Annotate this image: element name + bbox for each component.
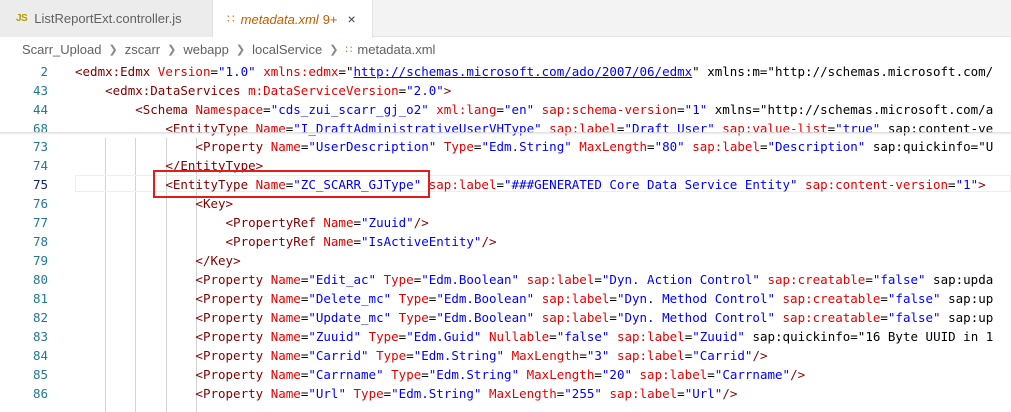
code-line[interactable]: 81 <Property Name="Delete_mc" Type="Edm.…	[0, 289, 1011, 308]
line-number: 84	[32, 348, 48, 363]
chevron-right-icon: ❯	[108, 43, 118, 56]
line-number: 81	[32, 291, 48, 306]
line-number: 43	[32, 83, 48, 98]
line-number: 75	[32, 177, 48, 192]
tab-bar: JS ListReportExt.controller.js ∷ metadat…	[0, 0, 1011, 38]
line-number: 86	[32, 386, 48, 401]
problems-badge: 9+	[322, 11, 338, 27]
chevron-right-icon: ❯	[167, 43, 177, 56]
code-text[interactable]: <Property Name="Edit_ac" Type="Edm.Boole…	[75, 270, 993, 289]
tab-label: ListReportExt.controller.js	[34, 11, 182, 26]
breadcrumb-item-metadata-xml[interactable]: metadata.xml	[357, 42, 435, 57]
line-number: 78	[32, 234, 48, 249]
breadcrumb: Scarr_Upload ❯ zscarr ❯ webapp ❯ localSe…	[0, 38, 1011, 60]
line-number: 2	[40, 64, 48, 79]
line-number: 76	[32, 196, 48, 211]
code-text[interactable]: <edmx:Edmx Version="1.0" xmlns:edmx="htt…	[75, 62, 993, 81]
code-line[interactable]: 84 <Property Name="Carrid" Type="Edm.Str…	[0, 346, 1011, 365]
code-text[interactable]: <EntityType Name="I_DraftAdministrativeU…	[75, 119, 993, 138]
sticky-scroll-shadow	[0, 132, 1011, 135]
close-icon[interactable]: ×	[348, 11, 356, 27]
code-text[interactable]: <Property Name="Carrname" Type="Edm.Stri…	[75, 365, 805, 384]
code-line[interactable]: 76 <Key>	[0, 194, 1011, 213]
code-text[interactable]: <Property Name="Delete_mc" Type="Edm.Boo…	[75, 289, 993, 308]
line-number: 74	[32, 158, 48, 173]
line-number: 82	[32, 310, 48, 325]
code-text[interactable]: <Property Name="Carrid" Type="Edm.String…	[75, 346, 767, 365]
chevron-right-icon: ❯	[235, 43, 246, 56]
sticky-scroll-line[interactable]: 43 <edmx:DataServices m:DataServiceVersi…	[0, 81, 1011, 100]
rss-icon: ∷	[227, 12, 235, 26]
tab-listreportext-controller[interactable]: JS ListReportExt.controller.js	[0, 0, 213, 37]
line-number: 73	[32, 139, 48, 154]
line-number: 44	[32, 102, 48, 117]
code-line[interactable]: 82 <Property Name="Update_mc" Type="Edm.…	[0, 308, 1011, 327]
sticky-scroll-line[interactable]: 44 <Schema Namespace="cds_zui_scarr_gj_o…	[0, 100, 1011, 119]
line-number: 85	[32, 367, 48, 382]
breadcrumb-item-zscarr[interactable]: zscarr	[125, 42, 160, 57]
code-text[interactable]: <Schema Namespace="cds_zui_scarr_gj_o2" …	[75, 100, 993, 119]
code-line[interactable]: 80 <Property Name="Edit_ac" Type="Edm.Bo…	[0, 270, 1011, 289]
tab-label: metadata.xml	[240, 11, 319, 27]
code-text[interactable]: <Property Name="Zuuid" Type="Edm.Guid" N…	[75, 327, 993, 346]
sticky-scroll-line[interactable]: 68 <EntityType Name="I_DraftAdministrati…	[0, 119, 1011, 138]
code-text[interactable]: </Key>	[75, 251, 240, 270]
line-number: 83	[32, 329, 48, 344]
sticky-scroll-line[interactable]: 2 <edmx:Edmx Version="1.0" xmlns:edmx="ht…	[0, 62, 1011, 81]
code-text[interactable]: <PropertyRef Name="Zuuid"/>	[75, 213, 429, 232]
javascript-file-icon: JS	[16, 13, 28, 24]
code-line[interactable]: 77 <PropertyRef Name="Zuuid"/>	[0, 213, 1011, 232]
breadcrumb-item-localservice[interactable]: localService	[252, 42, 322, 57]
line-number: 80	[32, 272, 48, 287]
breadcrumb-item-scarr-upload[interactable]: Scarr_Upload	[22, 42, 102, 57]
chevron-right-icon: ❯	[329, 43, 339, 56]
code-editor[interactable]: 73 <Property Name="UserDescription" Type…	[0, 60, 1011, 412]
code-line[interactable]: 85 <Property Name="Carrname" Type="Edm.S…	[0, 365, 1011, 384]
code-line[interactable]: 83 <Property Name="Zuuid" Type="Edm.Guid…	[0, 327, 1011, 346]
code-text[interactable]: <Key>	[75, 194, 233, 213]
line-number: 79	[32, 253, 48, 268]
code-line[interactable]: 78 <PropertyRef Name="IsActiveEntity"/>	[0, 232, 1011, 251]
line-number: 68	[32, 121, 48, 136]
code-line[interactable]: 73 <Property Name="UserDescription" Type…	[0, 137, 1011, 156]
code-line[interactable]: 79 </Key>	[0, 251, 1011, 270]
line-number: 77	[32, 215, 48, 230]
code-text[interactable]: <edmx:DataServices m:DataServiceVersion=…	[75, 81, 451, 100]
code-text[interactable]: <Property Name="Url" Type="Edm.String" M…	[75, 384, 737, 403]
code-text[interactable]: <Property Name="Update_mc" Type="Edm.Boo…	[75, 308, 993, 327]
code-line[interactable]: 86 <Property Name="Url" Type="Edm.String…	[0, 384, 1011, 403]
rss-icon: ∷	[345, 43, 353, 56]
code-text[interactable]: <PropertyRef Name="IsActiveEntity"/>	[75, 232, 497, 251]
code-text[interactable]: <Property Name="UserDescription" Type="E…	[75, 137, 993, 156]
tab-metadata-xml[interactable]: ∷ metadata.xml 9+ ×	[213, 0, 373, 38]
breadcrumb-item-webapp[interactable]: webapp	[183, 42, 229, 57]
